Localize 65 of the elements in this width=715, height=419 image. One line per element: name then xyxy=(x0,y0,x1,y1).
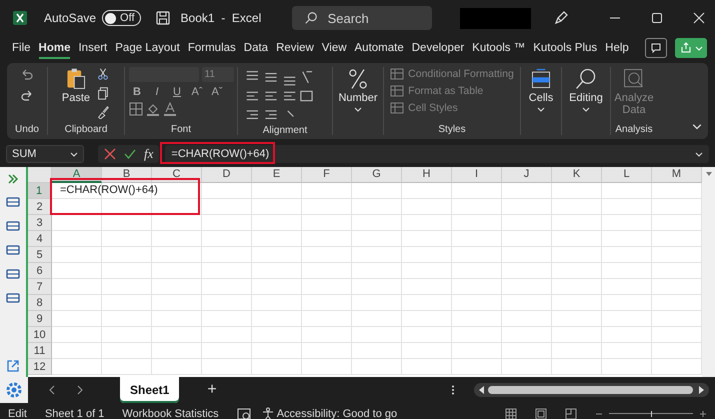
menu-tab[interactable]: Data xyxy=(240,37,272,59)
row-header[interactable]: 6 xyxy=(28,263,52,279)
column-header[interactable]: L xyxy=(602,167,652,183)
row-header[interactable]: 4 xyxy=(28,231,52,247)
search-field[interactable]: Search xyxy=(292,6,432,30)
paste-button[interactable]: Paste xyxy=(62,67,90,104)
row-header[interactable]: 5 xyxy=(28,247,52,263)
autosave-toggle[interactable]: Off xyxy=(102,10,141,26)
cell-grid[interactable]: =CHAR(ROW()+64) xyxy=(52,183,702,375)
menu-tab[interactable]: Review xyxy=(272,37,318,59)
group-label: Clipboard xyxy=(64,124,108,135)
menu-tab[interactable]: Help xyxy=(601,37,633,59)
menu-tab[interactable]: Kutools ™ xyxy=(468,37,530,59)
column-header[interactable]: D xyxy=(202,167,252,183)
sheet-count: Sheet 1 of 1 xyxy=(44,408,104,419)
row-header[interactable]: 10 xyxy=(28,327,52,343)
font-button[interactable]: B xyxy=(128,86,146,98)
workbook-statistics-button[interactable]: Workbook Statistics xyxy=(122,408,219,419)
accessibility-button[interactable]: Accessibility: Good to go xyxy=(260,406,398,419)
group-label: Alignment xyxy=(262,125,308,136)
column-header[interactable]: G xyxy=(352,167,402,183)
status-mode: Edit xyxy=(8,408,27,419)
add-sheet-button[interactable]: + xyxy=(207,381,217,399)
menu-tab[interactable]: Home xyxy=(34,37,74,59)
name-box[interactable]: SUM xyxy=(6,145,84,163)
column-header[interactable]: I xyxy=(452,167,502,183)
row-header[interactable]: 12 xyxy=(28,359,52,375)
row-header[interactable]: 3 xyxy=(28,215,52,231)
font-button[interactable]: Aˆ xyxy=(188,86,206,98)
row-header[interactable]: 2 xyxy=(28,199,52,215)
menu-tab[interactable]: Insert xyxy=(74,37,112,59)
menu-tab[interactable]: Page Layout xyxy=(111,37,184,59)
font-button[interactable]: U xyxy=(168,86,186,98)
group-label: Styles xyxy=(438,124,466,135)
autosave-label: AutoSave xyxy=(44,11,96,25)
menu-tab[interactable]: Automate xyxy=(350,37,408,59)
menu-tab[interactable]: Formulas xyxy=(184,37,240,59)
menu-tab[interactable]: Kutools Plus xyxy=(529,37,602,59)
column-header[interactable]: M xyxy=(652,167,702,183)
column-header[interactable]: J xyxy=(502,167,552,183)
sheet-tab[interactable]: Sheet1 xyxy=(120,377,180,403)
group-label: Analysis xyxy=(615,124,653,135)
row-header[interactable]: 1 xyxy=(28,183,52,199)
menu-tab[interactable]: Developer xyxy=(408,37,468,59)
row-header[interactable]: 9 xyxy=(28,311,52,327)
document-title: Book1 - Excel xyxy=(180,11,262,25)
column-header[interactable]: H xyxy=(402,167,452,183)
group-label: Undo xyxy=(15,124,39,135)
menu-tab[interactable]: View xyxy=(318,37,351,59)
group-label: Font xyxy=(170,124,191,135)
column-header[interactable]: K xyxy=(552,167,602,183)
row-header[interactable]: 8 xyxy=(28,295,52,311)
formula-field[interactable]: =CHAR(ROW()+64) xyxy=(165,145,709,163)
row-header[interactable]: 7 xyxy=(28,279,52,295)
cell-formula[interactable]: =CHAR(ROW()+64) xyxy=(60,184,158,196)
menu-tab[interactable]: File xyxy=(8,37,35,59)
editing-button[interactable]: Editing xyxy=(569,67,603,113)
insert-function-button[interactable]: fx xyxy=(144,146,154,162)
number-button[interactable]: Number xyxy=(338,67,378,113)
row-header[interactable]: 11 xyxy=(28,343,52,359)
font-button[interactable]: Aˇ xyxy=(208,86,226,98)
column-header[interactable]: F xyxy=(302,167,352,183)
column-header[interactable]: E xyxy=(252,167,302,183)
font-button[interactable]: I xyxy=(148,86,166,98)
cells-button[interactable]: Cells xyxy=(528,67,554,113)
